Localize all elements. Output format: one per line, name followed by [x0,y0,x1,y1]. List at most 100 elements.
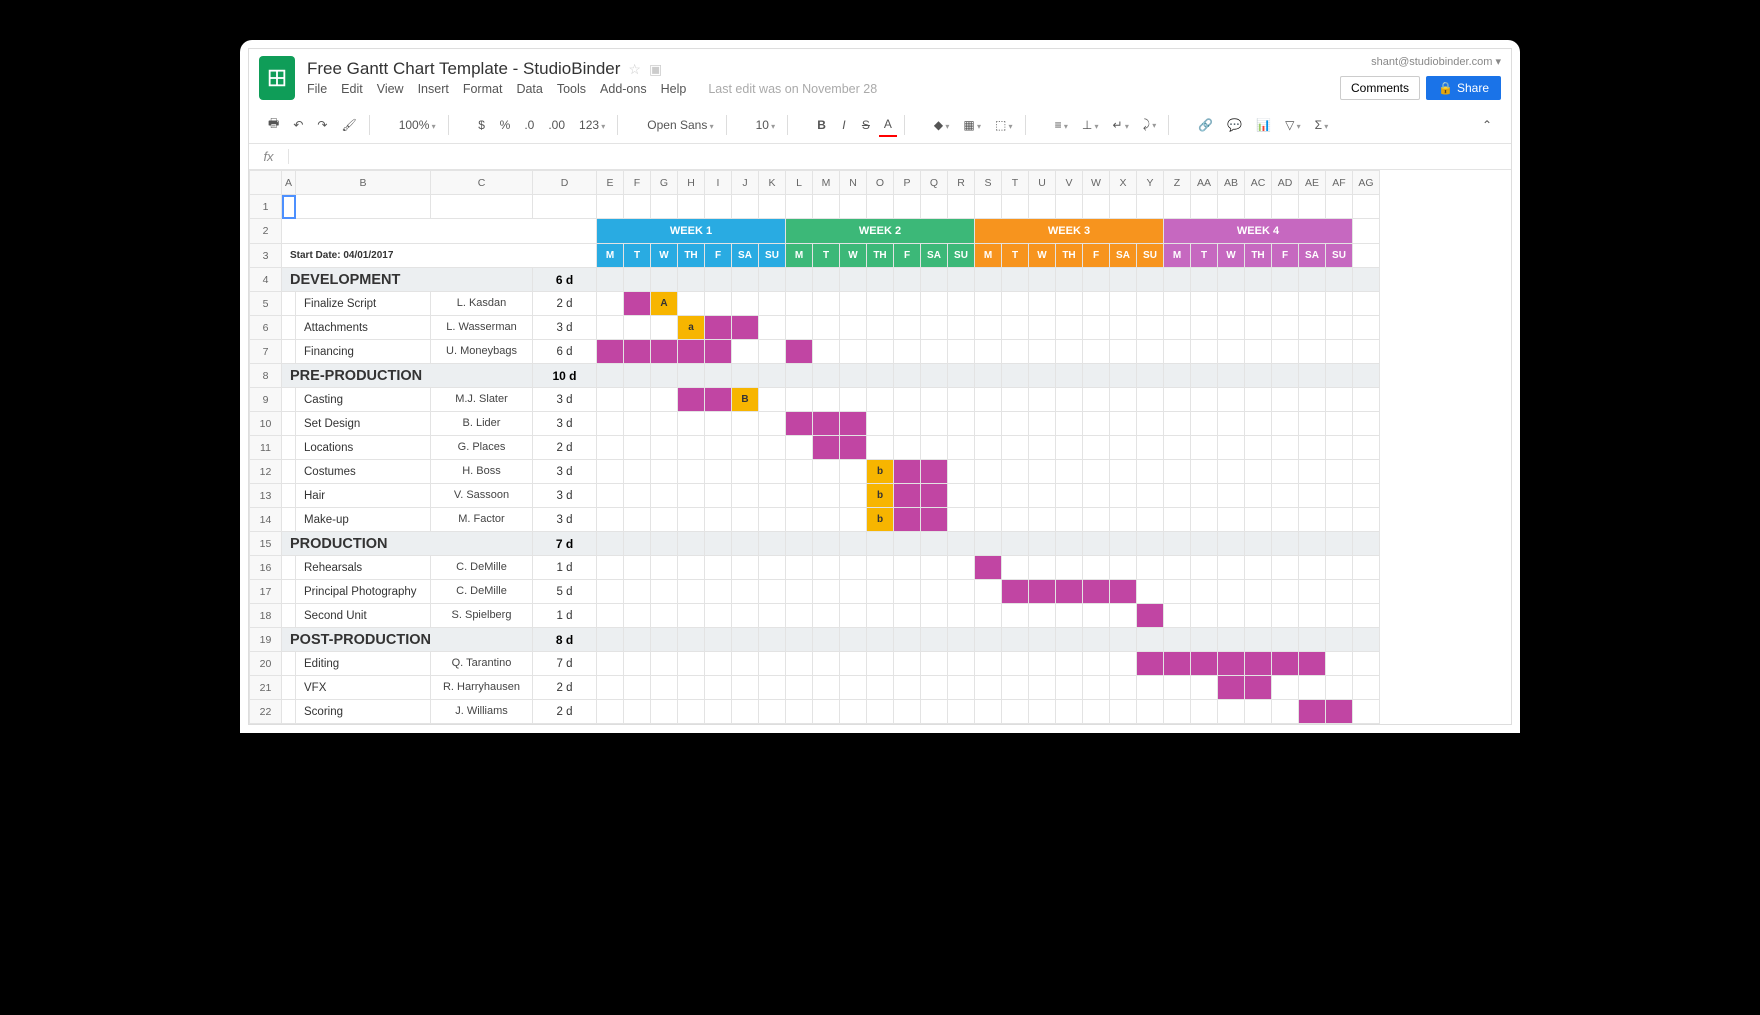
row-header[interactable]: 8 [250,364,282,388]
phase-duration[interactable]: 7 d [533,532,597,556]
gantt-cell[interactable] [678,436,705,460]
gantt-cell[interactable] [975,292,1002,316]
col-header[interactable]: AE [1299,171,1326,195]
task-person[interactable]: J. Williams [431,700,533,724]
gantt-cell[interactable] [1245,556,1272,580]
row-header[interactable]: 17 [250,580,282,604]
gantt-cell[interactable] [813,292,840,316]
gantt-cell[interactable] [705,628,732,652]
gantt-cell[interactable] [1110,412,1137,436]
gantt-cell[interactable] [1137,436,1164,460]
gantt-cell[interactable] [1299,340,1326,364]
gantt-cell[interactable] [948,268,975,292]
gantt-cell[interactable] [624,532,651,556]
col-header[interactable]: H [678,171,705,195]
gantt-cell[interactable] [921,556,948,580]
gantt-cell[interactable] [1002,412,1029,436]
gantt-cell[interactable] [759,580,786,604]
gantt-cell[interactable] [867,700,894,724]
task-duration[interactable]: 3 d [533,484,597,508]
day-header[interactable]: SU [1137,244,1164,268]
gantt-cell[interactable] [1164,268,1191,292]
zoom-select[interactable]: 100% [394,114,441,136]
gantt-cell[interactable] [597,268,624,292]
gantt-cell[interactable] [840,412,867,436]
gantt-cell[interactable] [678,340,705,364]
gantt-cell[interactable] [705,508,732,532]
gantt-cell[interactable] [597,484,624,508]
cell[interactable] [894,195,921,219]
cell[interactable] [282,340,296,364]
gantt-cell[interactable] [894,652,921,676]
gantt-cell[interactable] [786,460,813,484]
gantt-cell[interactable] [1299,580,1326,604]
gantt-cell[interactable] [1056,628,1083,652]
gantt-cell[interactable] [1002,556,1029,580]
gantt-cell[interactable] [1326,316,1353,340]
gantt-cell[interactable] [1029,364,1056,388]
gantt-cell[interactable] [786,484,813,508]
gantt-cell[interactable] [1002,532,1029,556]
gantt-cell[interactable] [813,676,840,700]
gantt-cell[interactable] [1029,556,1056,580]
col-header[interactable]: J [732,171,759,195]
day-header[interactable]: SA [732,244,759,268]
col-header[interactable]: Y [1137,171,1164,195]
gantt-cell[interactable] [759,676,786,700]
task-name[interactable]: Rehearsals [296,556,431,580]
gantt-cell[interactable] [1137,412,1164,436]
gantt-cell[interactable] [948,580,975,604]
gantt-cell[interactable] [1164,628,1191,652]
gantt-cell[interactable] [1272,412,1299,436]
gantt-cell[interactable] [867,268,894,292]
gantt-cell[interactable] [921,580,948,604]
select-all-corner[interactable] [250,171,282,195]
cell[interactable] [296,195,431,219]
number-format-select[interactable]: 123 [574,114,610,136]
gantt-cell[interactable] [1164,508,1191,532]
gantt-cell[interactable] [1029,532,1056,556]
gantt-cell[interactable] [1083,676,1110,700]
cell[interactable] [678,195,705,219]
gantt-cell[interactable] [651,508,678,532]
gantt-cell[interactable] [678,508,705,532]
day-header[interactable]: TH [1056,244,1083,268]
task-duration[interactable]: 3 d [533,388,597,412]
phase-duration[interactable]: 8 d [533,628,597,652]
gantt-cell[interactable] [1164,388,1191,412]
row-header[interactable]: 14 [250,508,282,532]
gantt-cell[interactable] [1299,628,1326,652]
col-header[interactable]: N [840,171,867,195]
gantt-cell[interactable] [786,580,813,604]
gantt-cell[interactable] [1218,412,1245,436]
gantt-cell[interactable] [786,316,813,340]
task-duration[interactable]: 3 d [533,316,597,340]
gantt-cell[interactable] [1245,292,1272,316]
gantt-cell[interactable] [786,412,813,436]
day-header[interactable]: SA [1299,244,1326,268]
gantt-cell[interactable] [597,460,624,484]
gantt-cell[interactable] [948,388,975,412]
gantt-cell[interactable] [1110,292,1137,316]
gantt-cell[interactable] [1272,604,1299,628]
gantt-cell[interactable] [840,508,867,532]
gantt-cell[interactable] [840,676,867,700]
gantt-cell[interactable] [1245,700,1272,724]
col-header[interactable]: M [813,171,840,195]
gantt-cell[interactable] [1137,340,1164,364]
gantt-cell[interactable] [1137,268,1164,292]
phase-name[interactable]: PRE-PRODUCTION [282,364,533,388]
gantt-cell[interactable] [1002,436,1029,460]
week-header[interactable]: WEEK 4 [1164,219,1353,244]
gantt-cell[interactable] [1164,412,1191,436]
gantt-cell[interactable] [1083,268,1110,292]
gantt-cell[interactable] [1083,652,1110,676]
gantt-cell[interactable] [1272,676,1299,700]
gantt-cell[interactable] [1137,604,1164,628]
gantt-cell[interactable] [705,268,732,292]
gantt-cell[interactable] [1083,628,1110,652]
row-header[interactable]: 2 [250,219,282,244]
task-name[interactable]: Make-up [296,508,431,532]
gantt-cell[interactable] [759,508,786,532]
gantt-cell[interactable] [975,508,1002,532]
